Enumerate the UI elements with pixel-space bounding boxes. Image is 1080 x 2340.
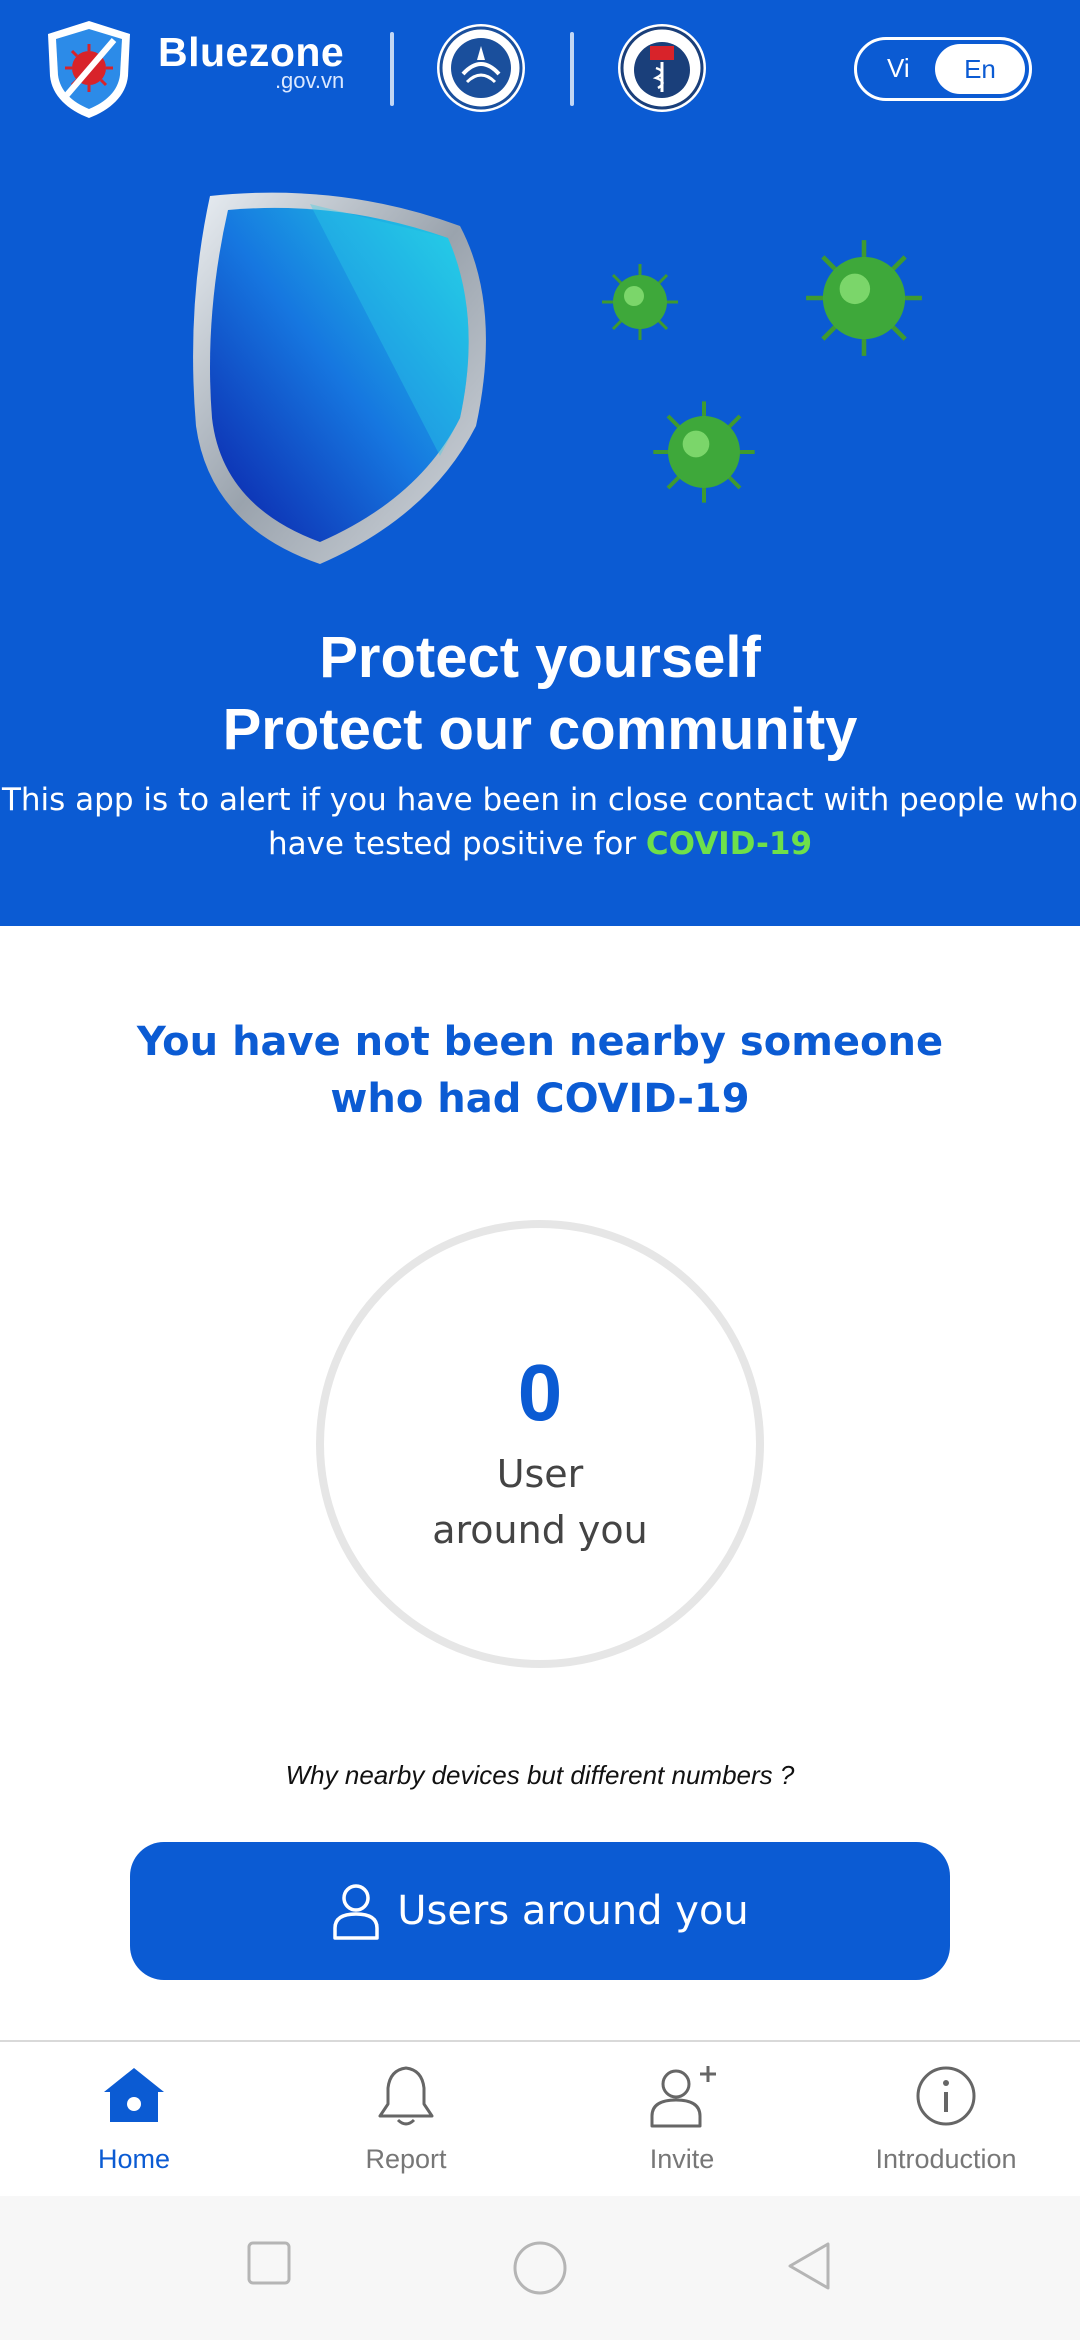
language-toggle[interactable]: Vi En	[854, 37, 1032, 101]
users-around-you-button[interactable]: Users around you	[130, 1842, 950, 1980]
bottom-navigation: Home Report Invite Introduction	[0, 2040, 1080, 2196]
counter-label-line: around you	[432, 1508, 648, 1552]
hero-headline-line: Protect yourself	[319, 625, 761, 690]
hero-banner: Bluezone .gov.vn Vi En Protect yourself …	[0, 0, 1080, 926]
home-icon	[104, 2068, 164, 2122]
nav-item-report[interactable]: Report	[296, 2042, 516, 2198]
covid-highlight: COVID-19	[645, 826, 813, 862]
virus-icon	[806, 240, 922, 356]
hero-headline: Protect yourself Protect our community	[0, 622, 1080, 766]
home-system-icon[interactable]	[512, 2240, 568, 2296]
status-title-line: You have not been nearby someone	[136, 1019, 944, 1065]
ministry-of-health-seal-icon	[618, 24, 706, 112]
users-around-you-label: Users around you	[397, 1888, 749, 1934]
nearby-users-label: User around you	[324, 1446, 756, 1558]
nav-item-invite[interactable]: Invite	[572, 2042, 792, 2198]
nav-item-home[interactable]: Home	[24, 2042, 244, 2198]
nav-label-report: Report	[365, 2144, 447, 2174]
nav-label-invite: Invite	[649, 2144, 715, 2174]
status-title-line: who had COVID-19	[330, 1076, 750, 1122]
info-icon	[916, 2066, 976, 2126]
nearby-users-counter: 0 User around you	[316, 1220, 764, 1668]
language-option-en[interactable]: En	[935, 44, 1025, 94]
language-option-vi[interactable]: Vi	[887, 53, 910, 84]
bluezone-logo-icon	[48, 21, 130, 118]
recent-apps-icon[interactable]	[246, 2240, 292, 2286]
bell-icon	[378, 2066, 434, 2126]
back-icon[interactable]	[786, 2240, 832, 2292]
exposure-status-title: You have not been nearby someone who had…	[0, 1014, 1080, 1128]
divider	[390, 32, 394, 106]
top-bar: Bluezone .gov.vn Vi En	[0, 0, 1080, 140]
virus-icon	[653, 401, 755, 503]
nav-item-introduction[interactable]: Introduction	[836, 2042, 1056, 2198]
system-navigation-bar	[0, 2196, 1080, 2340]
hero-headline-line: Protect our community	[222, 697, 858, 762]
nav-label-home: Home	[97, 2144, 171, 2174]
virus-icon	[602, 264, 678, 340]
hero-description-text: This app is to alert if you have been in…	[1, 782, 1079, 862]
ministry-seal-icon	[437, 24, 525, 112]
nav-label-introduction: Introduction	[875, 2144, 1017, 2174]
divider	[570, 32, 574, 106]
hero-description: This app is to alert if you have been in…	[0, 778, 1080, 866]
brand: Bluezone .gov.vn	[158, 30, 344, 92]
shield-illustration	[193, 192, 486, 564]
why-different-numbers-link[interactable]: Why nearby devices but different numbers…	[0, 1760, 1080, 1791]
add-user-icon	[650, 2066, 716, 2128]
counter-label-line: User	[496, 1452, 584, 1496]
nearby-users-count: 0	[517, 1348, 563, 1437]
user-icon	[333, 1884, 379, 1940]
